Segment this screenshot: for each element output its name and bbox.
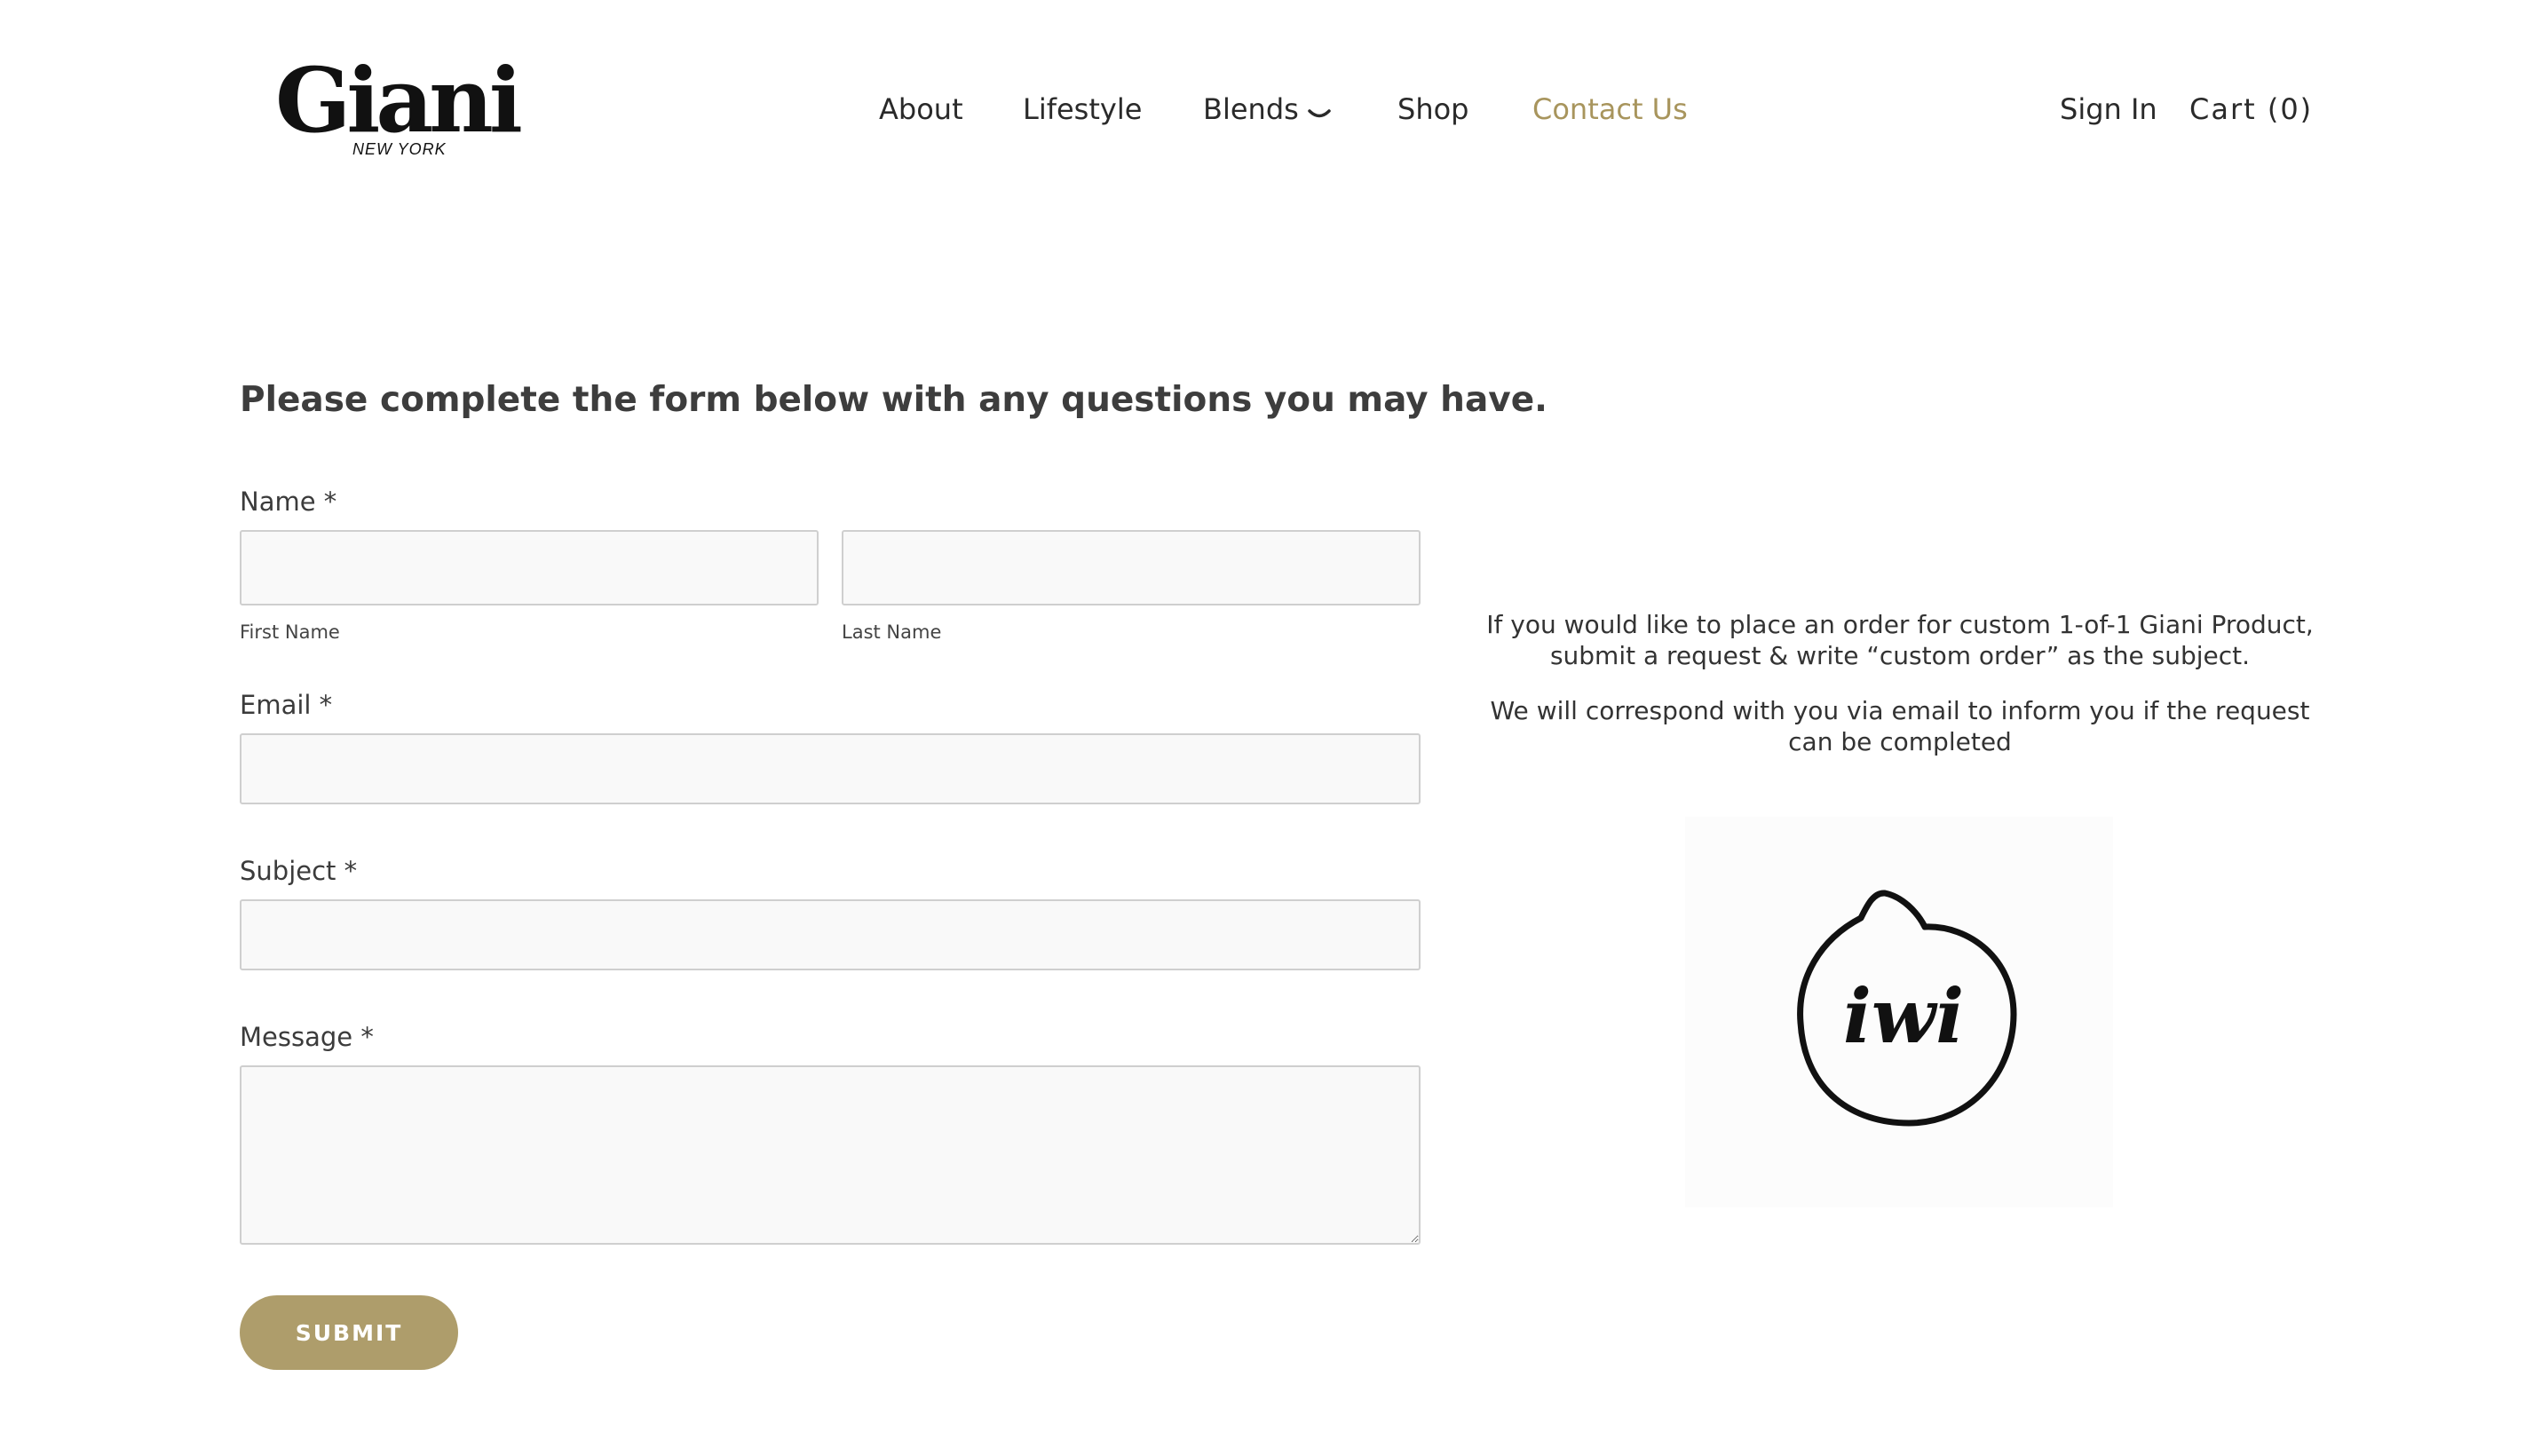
nav-item-lifestyle[interactable]: Lifestyle <box>1023 87 1142 131</box>
logo-tagline: NEW YORK <box>352 140 447 158</box>
email-field[interactable] <box>240 733 1421 804</box>
correspondence-info: We will correspond with you via email to… <box>1478 695 2322 757</box>
subject-field[interactable] <box>240 899 1421 970</box>
last-name-sublabel: Last Name <box>842 621 942 643</box>
form-heading: Please complete the form below with any … <box>240 380 1547 420</box>
nav-item-blends[interactable]: Blends <box>1203 87 1331 133</box>
name-label: Name * <box>240 487 337 517</box>
sign-in-link[interactable]: Sign In <box>2060 87 2157 131</box>
nav-item-contact-us[interactable]: Contact Us <box>1532 87 1688 131</box>
submit-button[interactable]: SUBMIT <box>240 1295 458 1370</box>
nav-item-about[interactable]: About <box>879 87 963 131</box>
subject-label: Subject * <box>240 856 358 886</box>
custom-order-info: If you would like to place an order for … <box>1478 609 2322 671</box>
last-name-input[interactable] <box>842 530 1421 605</box>
cart-link[interactable]: Cart (0) <box>2189 87 2313 131</box>
nav-item-shop[interactable]: Shop <box>1397 87 1468 131</box>
message-textarea[interactable] <box>240 1065 1421 1245</box>
first-name-sublabel: First Name <box>240 621 340 643</box>
emblem-image: iwi <box>1685 817 2113 1207</box>
chevron-down-icon <box>1308 89 1331 133</box>
info-line: We will correspond with you via email to… <box>1490 696 2310 725</box>
info-line: If you would like to place an order for … <box>1486 610 2314 639</box>
email-label: Email * <box>240 690 333 720</box>
nav-item-blends-label: Blends <box>1203 92 1299 126</box>
speech-bubble-emblem-icon: iwi <box>1797 890 2017 1127</box>
info-line: submit a request & write “custom order” … <box>1549 641 2251 670</box>
info-line: can be completed <box>1788 727 2012 756</box>
contact-page: Giani NEW YORK About Lifestyle Blends Sh… <box>0 0 2525 1456</box>
first-name-input[interactable] <box>240 530 819 605</box>
emblem-text: iwi <box>1843 972 1964 1060</box>
message-label: Message * <box>240 1022 374 1052</box>
